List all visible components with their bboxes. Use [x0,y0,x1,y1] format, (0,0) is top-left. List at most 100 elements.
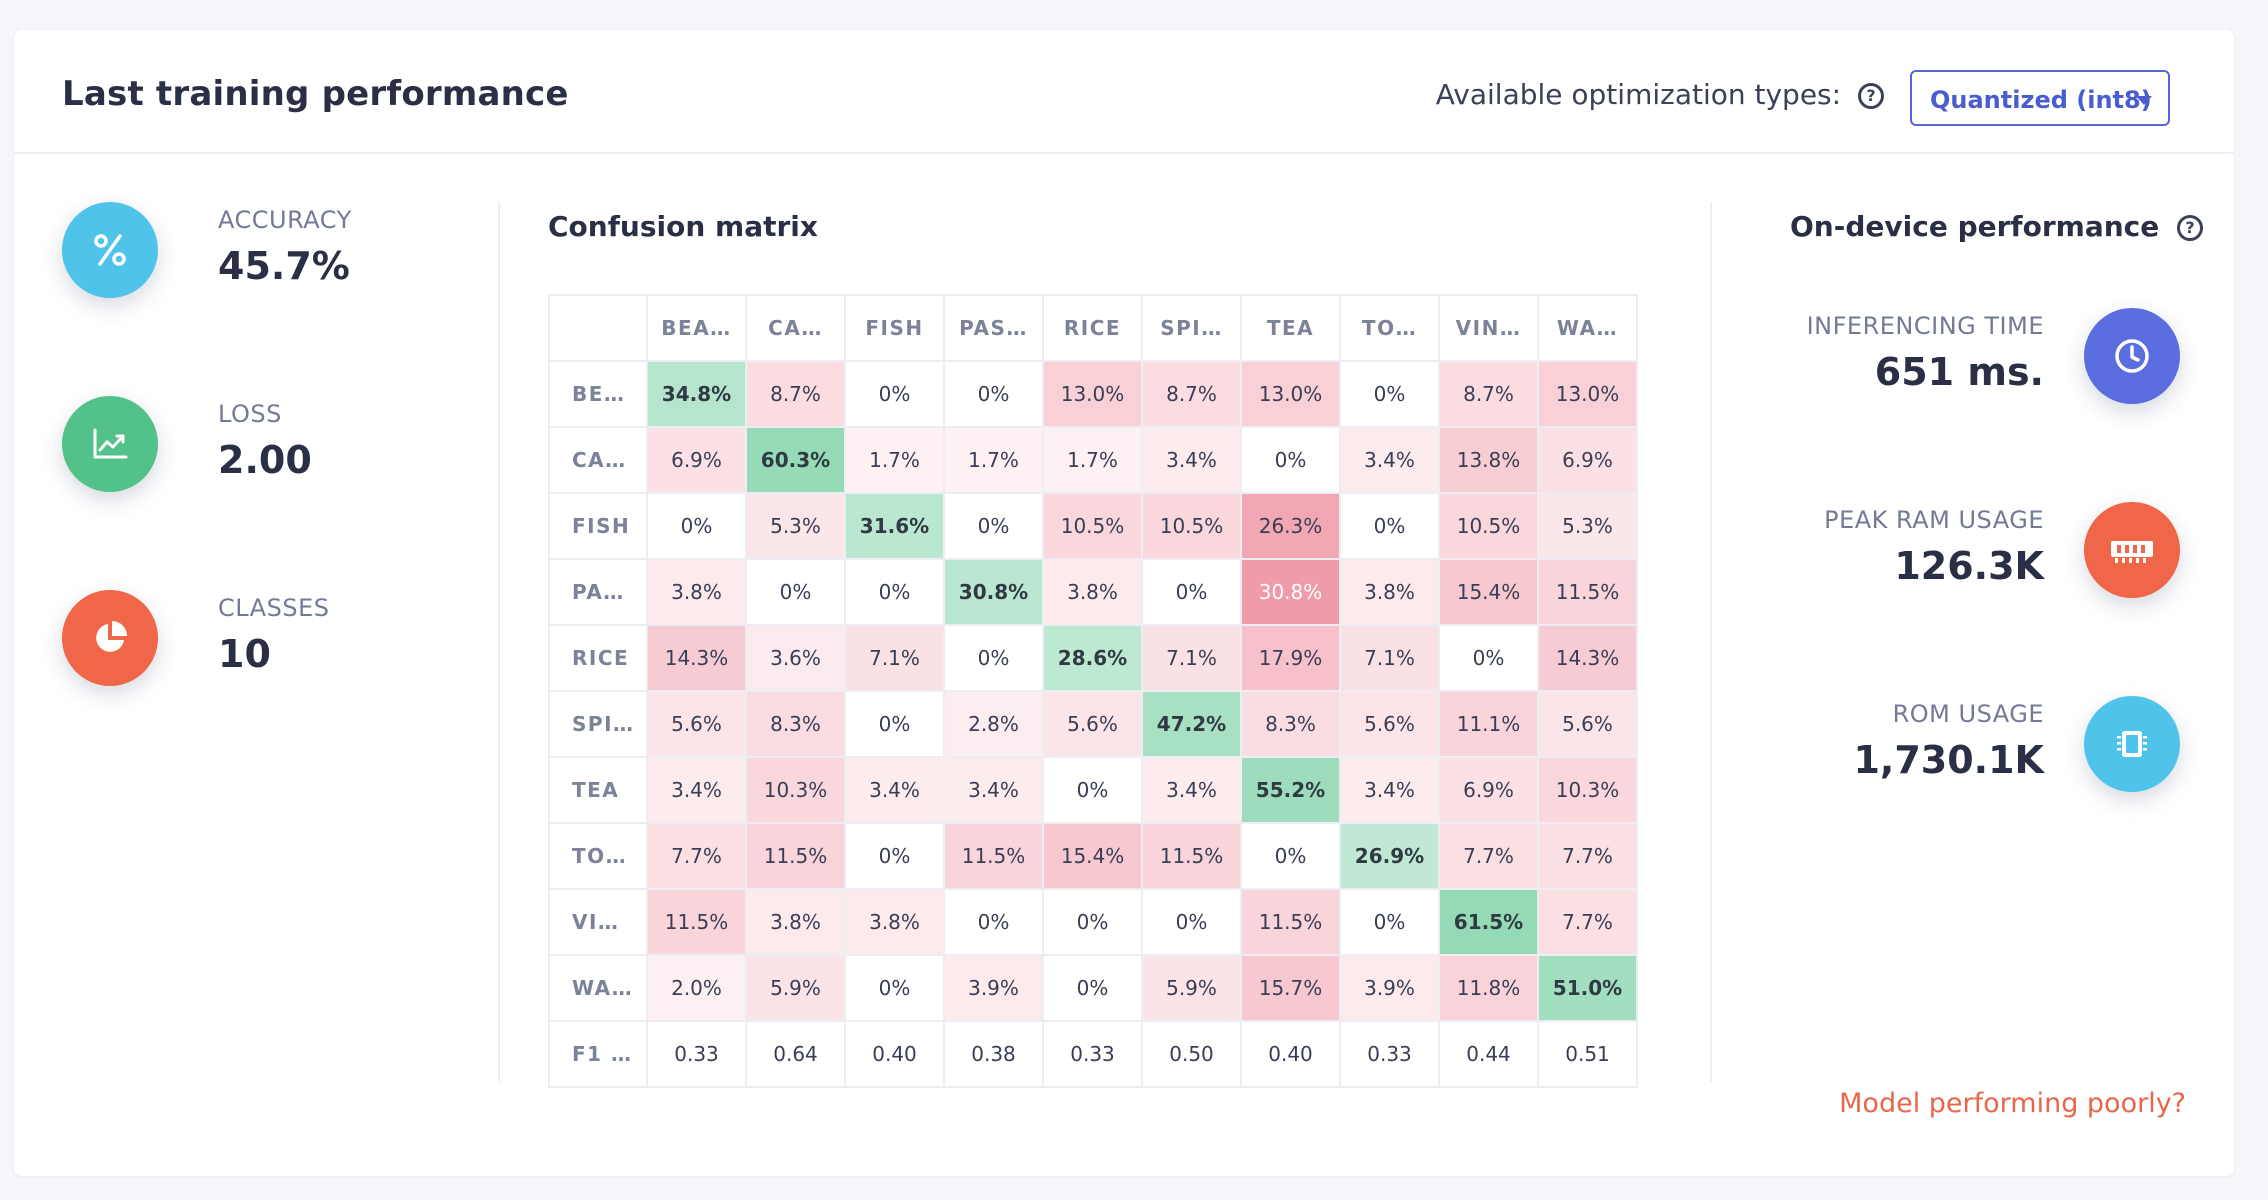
matrix-cell: 0% [1438,624,1539,692]
matrix-column-header: WA… [1537,294,1638,362]
matrix-cell: 8.7% [1438,360,1539,428]
matrix-cell: 11.5% [1141,822,1242,890]
model-performing-poorly-link[interactable]: Model performing poorly? [1839,1088,2186,1119]
optimization-select[interactable]: Quantized (int8) [1910,70,2170,126]
matrix-f1-row: F1 … 0.33 0.64 0.40 0.38 0.33 0.50 0.40 0.33 0.44… [548,1020,1638,1088]
matrix-cell: 10.3% [745,756,846,824]
matrix-cell: 5.6% [1537,690,1638,758]
f1-score-cell: 0.44 [1438,1020,1539,1088]
metric-label: PEAK RAM USAGE [1824,506,2044,534]
on-device-title-text: On-device performance [1790,210,2160,243]
matrix-cell: 0% [844,360,945,428]
matrix-column-header: FISH [844,294,945,362]
matrix-corner [548,294,648,362]
divider [498,202,500,1082]
matrix-cell: 0% [1042,888,1143,956]
matrix-cell: 14.3% [646,624,747,692]
matrix-cell: 0% [844,558,945,626]
clock-icon [2084,308,2180,404]
matrix-row: RICE 14.3% 3.6% 7.1% 0% 28.6% 7.1% 17.9% 7.1% 0% 1… [548,624,1638,692]
metric-peak-ram: PEAK RAM USAGE 126.3K [1714,502,2214,602]
matrix-cell: 60.3% [745,426,846,494]
matrix-cell: 6.9% [646,426,747,494]
matrix-cell: 11.8% [1438,954,1539,1022]
metric-loss: LOSS 2.00 [62,396,462,516]
matrix-cell: 3.4% [1339,426,1440,494]
matrix-cell: 0% [943,624,1044,692]
metric-label: ROM USAGE [1892,700,2044,728]
matrix-cell: 26.3% [1240,492,1341,560]
matrix-row-header: TO… [548,822,648,890]
matrix-cell: 13.8% [1438,426,1539,494]
matrix-cell: 51.0% [1537,954,1638,1022]
matrix-row: BE… 34.8% 8.7% 0% 0% 13.0% 8.7% 13.0% 0% 8.7% 13.0… [548,360,1638,428]
matrix-cell: 0% [1141,888,1242,956]
help-icon[interactable]: ? [1858,83,1884,109]
f1-score-cell: 0.50 [1141,1020,1242,1088]
matrix-column-header: SPI… [1141,294,1242,362]
matrix-cell: 3.6% [745,624,846,692]
matrix-cell: 55.2% [1240,756,1341,824]
metric-label: CLASSES [218,594,330,622]
matrix-cell: 3.8% [745,888,846,956]
matrix-cell: 7.1% [1141,624,1242,692]
matrix-cell: 47.2% [1141,690,1242,758]
matrix-cell: 11.5% [1240,888,1341,956]
matrix-cell: 3.4% [1141,426,1242,494]
matrix-row: VI… 11.5% 3.8% 3.8% 0% 0% 0% 11.5% 0% 61.5% 7.7% [548,888,1638,956]
matrix-cell: 13.0% [1240,360,1341,428]
matrix-cell: 5.9% [745,954,846,1022]
matrix-cell: 30.8% [1240,558,1341,626]
optimization-label: Available optimization types: [1435,78,1842,111]
matrix-cell: 0% [1042,756,1143,824]
matrix-cell: 2.8% [943,690,1044,758]
f1-score-cell: 0.38 [943,1020,1044,1088]
matrix-cell: 7.7% [1537,888,1638,956]
matrix-cell: 3.8% [844,888,945,956]
matrix-cell: 3.8% [646,558,747,626]
f1-score-cell: 0.64 [745,1020,846,1088]
matrix-cell: 15.7% [1240,954,1341,1022]
matrix-cell: 5.3% [745,492,846,560]
matrix-cell: 3.8% [1339,558,1440,626]
matrix-cell: 0% [943,888,1044,956]
matrix-cell: 1.7% [1042,426,1143,494]
matrix-cell: 1.7% [943,426,1044,494]
matrix-cell: 0% [1339,360,1440,428]
matrix-cell: 5.9% [1141,954,1242,1022]
matrix-cell: 0% [1339,888,1440,956]
matrix-cell: 6.9% [1537,426,1638,494]
matrix-cell: 15.4% [1438,558,1539,626]
matrix-row: SPI… 5.6% 8.3% 0% 2.8% 5.6% 47.2% 8.3% 5.6% 11.1%… [548,690,1638,758]
matrix-cell: 11.1% [1438,690,1539,758]
matrix-cell: 7.7% [1438,822,1539,890]
matrix-cell: 3.9% [1339,954,1440,1022]
matrix-row-header: SPI… [548,690,648,758]
help-icon[interactable]: ? [2177,215,2203,241]
matrix-cell: 3.4% [646,756,747,824]
matrix-cell: 5.6% [1339,690,1440,758]
matrix-cell: 8.3% [745,690,846,758]
matrix-cell: 14.3% [1537,624,1638,692]
matrix-row-header: TEA [548,756,648,824]
matrix-row: TEA 3.4% 10.3% 3.4% 3.4% 0% 3.4% 55.2% 3.4% 6.9% 1… [548,756,1638,824]
divider [1710,202,1712,1082]
metric-value: 1,730.1K [1853,738,2044,782]
matrix-cell: 10.5% [1042,492,1143,560]
matrix-cell: 0% [1339,492,1440,560]
matrix-row: TO… 7.7% 11.5% 0% 11.5% 15.4% 11.5% 0% 26.9% 7.7%… [548,822,1638,890]
confusion-matrix-table: BEA… CA… FISH PAS… RICE SPI… TEA TO… VIN… WA… BE… 3… [548,294,1638,1088]
chip-icon [2084,696,2180,792]
chart-line-icon [62,396,158,492]
metric-label: LOSS [218,400,282,428]
matrix-cell: 5.6% [646,690,747,758]
confusion-matrix-title: Confusion matrix [548,210,818,243]
matrix-cell: 11.5% [1537,558,1638,626]
matrix-cell: 34.8% [646,360,747,428]
card-header: Last training performance Available opti… [14,30,2234,154]
matrix-cell: 0% [943,492,1044,560]
metric-value: 2.00 [218,438,312,482]
percent-icon [62,202,158,298]
matrix-cell: 15.4% [1042,822,1143,890]
matrix-cell: 28.6% [1042,624,1143,692]
